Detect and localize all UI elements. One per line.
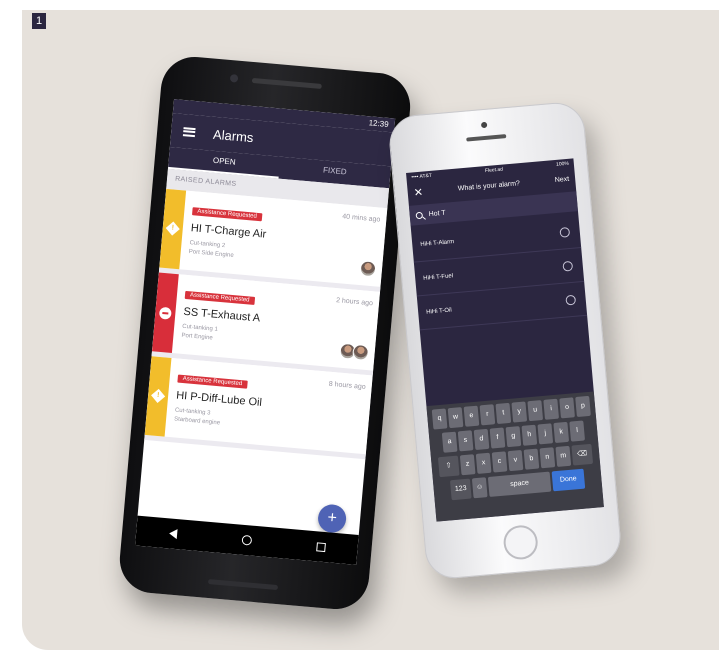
back-icon[interactable] [168,528,178,540]
alarm-time: 40 mins ago [341,213,381,224]
key[interactable]: z [459,454,476,476]
alarm-time: 8 hours ago [328,380,366,391]
alarm-time: 2 hours ago [335,297,374,308]
key[interactable]: y [511,401,528,423]
home-button[interactable] [502,523,540,561]
assignee-avatars [359,260,377,278]
status-badge: Assistance Requested [184,290,255,305]
key[interactable]: g [505,426,522,448]
alarm-card-body: Assistance Requested 2 hours ago SS T-Ex… [172,274,380,370]
key[interactable]: d [473,428,490,450]
backspace-key[interactable]: ⌫ [571,443,594,466]
shift-key[interactable]: ⇧ [437,455,460,478]
search-title: What is your alarm? [457,179,521,193]
radio-button[interactable] [559,226,571,238]
alarm-card-body: Assistance Requested 40 mins ago HI T-Ch… [179,191,387,287]
key[interactable]: n [539,447,556,469]
result-label: HiHi T-Fuel [423,272,454,282]
status-badge: Assistance Requested [177,374,248,389]
status-app-label: Fleet.ad [484,166,504,175]
warning-diamond-icon: ! [165,221,180,236]
search-value: Hot T [428,209,446,218]
key[interactable]: u [527,400,544,422]
warning-diamond-icon: ! [151,388,166,403]
key[interactable]: a [441,431,458,453]
key[interactable]: j [537,423,554,445]
assignee-avatars [339,342,370,362]
bottom-speaker [207,578,279,591]
key[interactable]: x [475,452,492,474]
key[interactable]: l [569,420,586,442]
key[interactable]: r [479,404,496,426]
alarm-card[interactable]: ! Assistance Requested 8 hours ago HI P-… [144,356,373,460]
key[interactable]: m [555,445,572,467]
android-phone: 12:39 Alarms OPEN FIXED RAISED ALARMS ! … [117,54,413,612]
number-key[interactable]: 123 [449,478,472,501]
iphone: •••• AT&T Fleet.ad 100% ✕ What is your a… [387,100,623,581]
key[interactable]: t [495,402,512,424]
key[interactable]: v [507,449,524,472]
key[interactable]: i [543,398,560,420]
iphone-frame: •••• AT&T Fleet.ad 100% ✕ What is your a… [387,100,623,581]
key[interactable]: e [463,405,480,427]
app-title: Alarms [212,126,255,145]
radio-button[interactable] [565,294,577,306]
iphone-screen: •••• AT&T Fleet.ad 100% ✕ What is your a… [406,158,604,522]
done-key[interactable]: Done [551,468,586,492]
key[interactable]: s [457,430,474,452]
emoji-key[interactable]: ☺ [471,477,488,499]
key[interactable]: c [491,451,508,473]
android-phone-frame: 12:39 Alarms OPEN FIXED RAISED ALARMS ! … [117,54,413,612]
avatar [359,260,377,278]
front-camera [480,121,488,129]
status-time: 12:39 [368,118,390,129]
key[interactable]: k [553,421,570,444]
close-icon[interactable]: ✕ [413,185,423,199]
figure-number: 1 [32,13,46,29]
android-screen: 12:39 Alarms OPEN FIXED RAISED ALARMS ! … [134,99,396,565]
add-alarm-button[interactable]: + [316,503,348,534]
result-label: HiHi T-Oil [425,307,452,316]
earpiece-speaker [251,77,322,89]
home-icon[interactable] [240,534,252,546]
result-label: HiHi T-Alarm [420,238,455,248]
status-badge: Assistance Requested [191,207,263,222]
key[interactable]: h [521,424,538,446]
search-icon [415,211,424,219]
recent-apps-icon[interactable] [315,541,326,552]
battery-label: 100% [555,160,570,168]
earpiece-speaker [466,134,507,142]
alarm-card-body: Assistance Requested 8 hours ago HI P-Di… [165,358,373,454]
front-camera [229,74,239,83]
key[interactable]: q [431,408,448,430]
key[interactable]: w [447,407,464,429]
space-key[interactable]: space [487,471,552,497]
next-button[interactable]: Next [554,175,569,183]
avatar [352,343,370,362]
key[interactable]: p [575,395,591,418]
key[interactable]: b [523,448,540,470]
stop-icon [158,306,172,320]
radio-button[interactable] [562,260,574,272]
menu-icon[interactable] [182,126,196,137]
keyboard: q w e r t y u i o p a s d f g h j k l ⇧ … [426,391,604,522]
key[interactable]: o [559,397,575,419]
key[interactable]: f [489,427,506,449]
